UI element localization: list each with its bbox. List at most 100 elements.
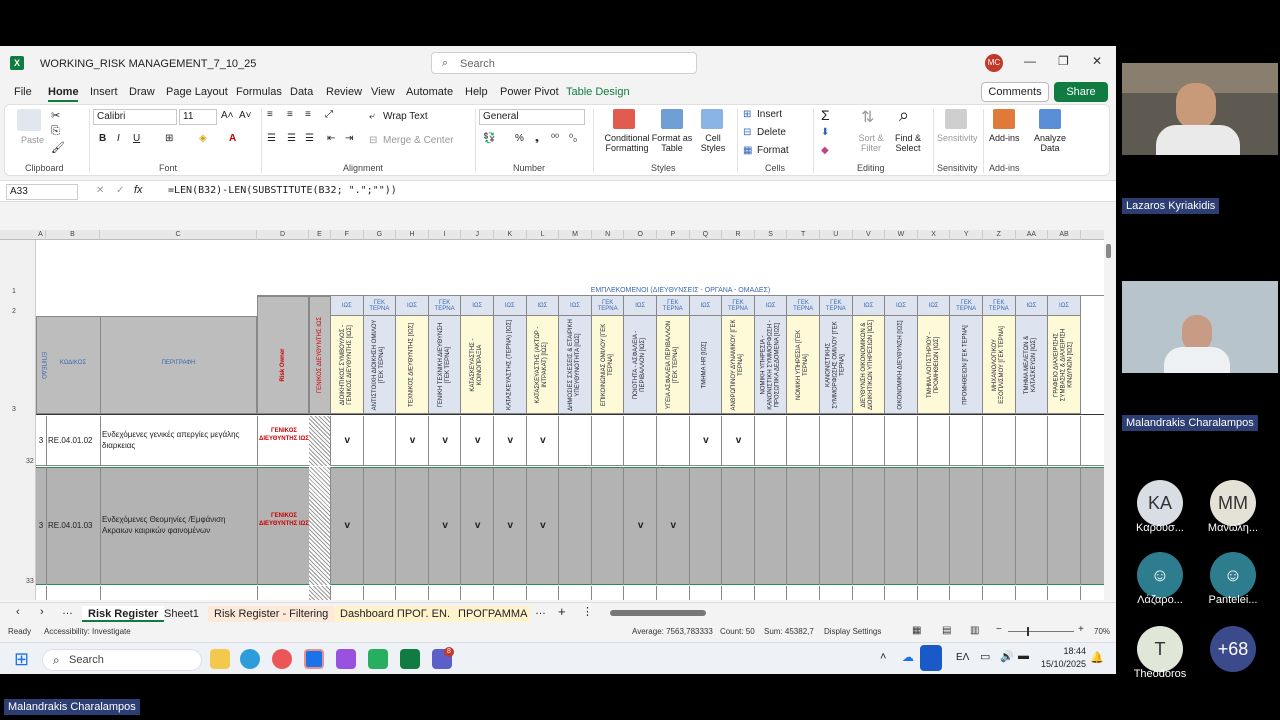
restore-icon[interactable]: ❐ xyxy=(1058,54,1069,68)
column-header[interactable]: B xyxy=(46,230,100,240)
participant-avatar[interactable]: ☺ xyxy=(1210,552,1256,598)
scrollbar-thumb[interactable] xyxy=(1106,244,1111,258)
add-sheet-icon[interactable]: + xyxy=(558,604,566,619)
wrap-text-button[interactable]: Wrap Text xyxy=(383,111,428,122)
involvement-mark[interactable]: v xyxy=(527,520,560,531)
column-header[interactable]: H xyxy=(396,230,429,240)
format-as-table-button[interactable]: Format as Table xyxy=(649,133,695,153)
risk-owner[interactable]: ΓΕΝΙΚΟΣ ΔΙΕΥΘΥΝΤΗΣ ΙΩΣ xyxy=(259,427,309,443)
format-as-table-icon[interactable] xyxy=(661,109,683,129)
menu-page-layout[interactable]: Page Layout xyxy=(166,86,228,98)
clock-date[interactable]: 15/10/2025 xyxy=(1036,659,1086,669)
column-header[interactable]: O xyxy=(624,230,657,240)
column-header[interactable]: U xyxy=(820,230,853,240)
involvement-mark[interactable]: v xyxy=(461,520,494,531)
align-center-icon[interactable]: ☰ xyxy=(287,133,296,144)
involvement-mark[interactable]: v xyxy=(494,520,527,531)
find-select-icon[interactable]: ⌕ xyxy=(899,105,909,126)
participant-avatar[interactable]: T xyxy=(1137,626,1183,672)
risk-owner[interactable]: ΓΕΝΙΚΟΣ ΔΙΕΥΘΥΝΤΗΣ ΙΩΣ xyxy=(259,512,309,528)
involvement-mark[interactable]: v xyxy=(527,435,560,446)
risk-code[interactable]: RE.04.01.03 xyxy=(48,521,100,530)
paste-icon[interactable] xyxy=(17,109,41,131)
file-explorer-icon[interactable] xyxy=(210,649,230,669)
analyze-data-icon[interactable] xyxy=(1039,109,1061,129)
fill-icon[interactable]: ⬇ xyxy=(821,127,829,138)
network-icon[interactable]: ▭ xyxy=(980,650,990,663)
more-participants-button[interactable]: +68 xyxy=(1210,626,1256,672)
underline-icon[interactable]: U xyxy=(133,133,140,144)
insert-cells-icon[interactable]: ⊞ xyxy=(743,109,751,120)
column-header[interactable]: D xyxy=(257,230,309,240)
row-number[interactable]: 32 xyxy=(26,458,34,465)
minimize-icon[interactable]: — xyxy=(1024,54,1036,68)
sensitivity-icon[interactable] xyxy=(945,109,967,129)
menu-home[interactable]: Home xyxy=(48,86,79,98)
number-format-select[interactable]: General xyxy=(479,109,585,125)
tab-programma[interactable]: ΠΡΟΓΡΑΜΜΑ Ε xyxy=(452,606,530,622)
cell-styles-icon[interactable] xyxy=(701,109,723,129)
table-row[interactable] xyxy=(36,586,1104,600)
zoom-in-icon[interactable]: + xyxy=(1078,624,1084,635)
onedrive-icon[interactable]: ☁ xyxy=(902,650,914,664)
involvement-mark[interactable]: v xyxy=(429,435,462,446)
function-icon[interactable]: fx xyxy=(134,184,143,196)
column-header[interactable]: J xyxy=(461,230,494,240)
vertical-scrollbar[interactable] xyxy=(1104,240,1114,600)
more-sheets-icon[interactable]: … xyxy=(62,605,73,617)
zoom-level[interactable]: 70% xyxy=(1094,627,1110,636)
decrease-indent-icon[interactable]: ⇤ xyxy=(327,133,335,144)
search-input[interactable]: ⌕ Search xyxy=(431,52,697,74)
chevron-up-icon[interactable]: ˄ xyxy=(880,651,886,663)
bold-icon[interactable]: B xyxy=(99,133,106,144)
normal-view-icon[interactable]: ▦ xyxy=(912,625,921,636)
row-number[interactable]: 1 xyxy=(12,288,16,295)
font-size-select[interactable]: 11 xyxy=(179,109,217,125)
sensitivity-button[interactable]: Sensitivity xyxy=(937,133,978,143)
page-layout-view-icon[interactable]: ▤ xyxy=(942,625,951,636)
delete-cells-button[interactable]: Delete xyxy=(757,127,786,138)
currency-icon[interactable]: 💱 xyxy=(483,133,495,144)
column-header[interactable]: A xyxy=(36,230,46,240)
tab-risk-register[interactable]: Risk Register xyxy=(82,606,165,622)
enter-icon[interactable]: ✓ xyxy=(116,185,124,196)
sort-filter-icon[interactable]: ⇅ xyxy=(861,107,874,127)
column-header[interactable]: K xyxy=(494,230,527,240)
zoom-out-icon[interactable]: − xyxy=(996,624,1002,635)
column-header[interactable]: X xyxy=(918,230,951,240)
menu-file[interactable]: File xyxy=(14,86,32,98)
column-header[interactable]: Y xyxy=(950,230,983,240)
involvement-mark[interactable]: v xyxy=(461,435,494,446)
column-header[interactable]: T xyxy=(787,230,820,240)
fill-color-icon[interactable]: ◈ xyxy=(199,133,207,144)
comments-button[interactable]: Comments xyxy=(981,82,1049,102)
align-top-icon[interactable]: ≡ xyxy=(267,109,273,120)
font-name-select[interactable]: Calibri xyxy=(93,109,177,125)
italic-icon[interactable]: I xyxy=(117,133,120,144)
column-header[interactable]: R xyxy=(722,230,755,240)
involvement-mark[interactable]: v xyxy=(331,435,364,446)
column-header[interactable]: I xyxy=(429,230,462,240)
autosum-icon[interactable]: Σ xyxy=(821,107,830,123)
name-box[interactable]: A33 xyxy=(6,184,78,200)
column-header[interactable]: F xyxy=(331,230,364,240)
tab-risk-register-filtering[interactable]: Risk Register - Filtering xyxy=(208,606,335,622)
conditional-formatting-button[interactable]: Conditional Formatting xyxy=(597,133,657,153)
video-tile-malandrakis[interactable] xyxy=(1122,281,1278,373)
column-header[interactable]: E xyxy=(309,230,331,240)
add-ins-icon[interactable] xyxy=(993,109,1015,129)
participant-avatar[interactable]: KA xyxy=(1137,480,1183,526)
prev-sheet-icon[interactable]: ‹ xyxy=(16,606,20,618)
clock-time[interactable]: 18:44 xyxy=(1046,646,1086,656)
worksheet-grid[interactable]: A B C D E F G H I J K L M N O P Q R S T U V W X Y Z AA AB ΕΜΠΛΕΚΟΜΕΝ… xyxy=(0,230,1104,600)
risk-description[interactable]: Ενδεχόμενες γενικές απεργίες μεγάλης δια… xyxy=(102,429,255,451)
row-number[interactable]: 33 xyxy=(26,578,34,585)
volume-icon[interactable]: 🔊 xyxy=(1000,650,1014,663)
microphone-icon[interactable] xyxy=(920,645,942,671)
row-number[interactable]: 2 xyxy=(12,308,16,315)
conditional-formatting-icon[interactable] xyxy=(613,109,635,129)
column-header[interactable]: Q xyxy=(690,230,723,240)
row-number[interactable]: 3 xyxy=(12,406,16,413)
risk-level[interactable]: 3 xyxy=(36,436,46,445)
clear-icon[interactable]: ◆ xyxy=(821,145,829,156)
